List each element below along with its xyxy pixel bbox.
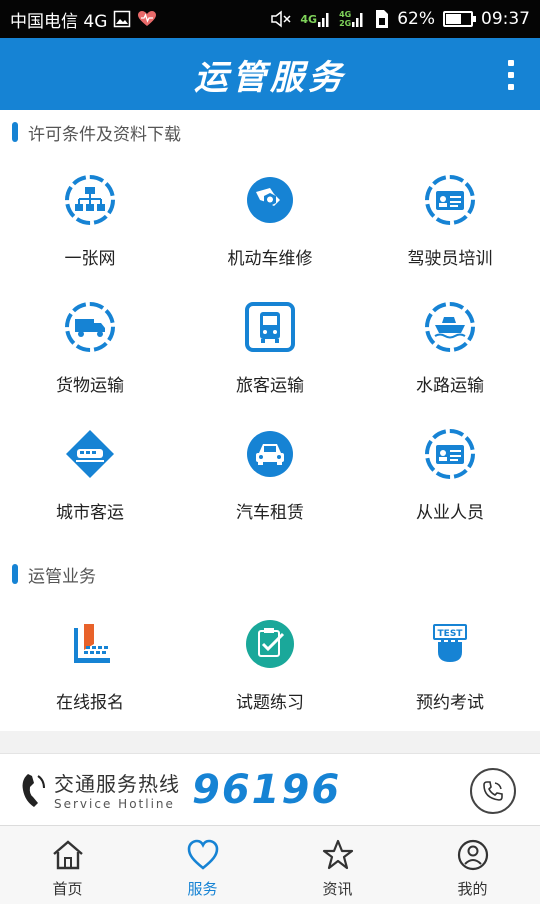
2g-signal-icon: 4G 2G [339,10,365,28]
grid-item-label: 一张网 [64,249,116,269]
carrier-label: 中国电信 4G [10,11,108,32]
nav-tab-label: 我的 [457,880,488,898]
section-title: 运管业务 [28,566,96,587]
id-card-icon [425,175,475,225]
sim-card-icon [373,9,389,29]
grid-item-vehicle-repair[interactable]: 机动车维修 [180,160,360,287]
grid-item-label: 机动车维修 [227,249,313,269]
clock: 09:37 [481,9,530,29]
battery-icon [443,11,476,27]
hotline-phone-icon [22,773,45,807]
hotline-number: 96196 [192,766,342,813]
call-button[interactable] [470,768,516,814]
test-booking-icon: TEST [433,624,467,662]
grid-item-practitioners[interactable]: 从业人员 [360,414,540,541]
bottom-navigation: 首页 服务 资讯 我的 [0,825,540,904]
app-bar: 运管服务 [0,38,540,110]
profile-icon [457,839,488,871]
grid-item-freight[interactable]: 货物运输 [0,287,180,414]
page-title: 运管服务 [194,57,346,98]
bus-icon [245,302,295,352]
battery-level-fill [446,14,461,24]
grid-item-exam-practice[interactable]: 试题练习 [180,604,360,731]
grid-item-online-register[interactable]: 在线报名 [0,604,180,731]
truck-icon [65,302,115,352]
car-icon [247,431,293,477]
staff-card-icon [425,429,475,479]
ship-icon [425,302,475,352]
nav-tab-service[interactable]: 服务 [135,826,270,904]
grid-item-label: 驾驶员培训 [407,249,493,269]
section-header-licensing: 许可条件及资料下载 [0,110,540,154]
battery-percent: 62% [397,9,435,29]
grid-item-label: 货物运输 [56,376,124,396]
grid-item-label: 在线报名 [56,693,124,713]
section-title: 许可条件及资料下载 [28,124,181,145]
grid-item-waterway[interactable]: 水路运输 [360,287,540,414]
section-accent-bar [12,122,18,142]
section-accent-bar [12,564,18,584]
wrench-icon [247,177,293,223]
grid-item-driver-training[interactable]: 驾驶员培训 [360,160,540,287]
nav-tab-profile[interactable]: 我的 [405,826,540,904]
grid-item-network[interactable]: 一张网 [0,160,180,287]
service-hotline-banner[interactable]: 交通服务热线 Service Hotline 96196 [0,753,540,825]
4g-signal-icon: 4G [300,10,331,28]
mute-icon [270,9,292,29]
grid-item-label: 汽车租赁 [236,503,304,523]
grid-item-passenger[interactable]: 旅客运输 [180,287,360,414]
heart-icon [187,839,218,870]
home-icon [52,840,83,870]
star-icon [322,839,353,870]
nav-tab-label: 首页 [52,880,83,898]
network-icon [65,175,115,225]
grid-item-label: 试题练习 [236,693,304,713]
grid-item-label: 水路运输 [416,376,484,396]
more-dots-icon [508,60,514,66]
business-grid: 在线报名 试题练习 TEST 预约考试 [0,604,540,731]
nav-tab-news[interactable]: 资讯 [270,826,405,904]
nav-tab-label: 服务 [187,880,218,898]
svg-text:TEST: TEST [438,629,464,639]
exam-practice-icon [246,620,294,668]
grid-item-label: 预约考试 [416,693,484,713]
nav-tab-home[interactable]: 首页 [0,826,135,904]
train-icon [66,430,114,478]
more-menu-button[interactable] [506,60,516,90]
online-register-icon [74,624,110,663]
grid-item-label: 旅客运输 [236,376,304,396]
section-gap [0,731,540,753]
image-notification-icon [113,10,131,28]
hotline-title: 交通服务热线 [54,772,180,796]
grid-item-car-rental[interactable]: 汽车租赁 [180,414,360,541]
grid-item-label: 从业人员 [416,503,484,523]
hotline-subtitle: Service Hotline [54,797,175,811]
grid-item-test-booking[interactable]: TEST 预约考试 [360,604,540,731]
grid-item-label: 城市客运 [56,503,124,523]
status-bar: 中国电信 4G 4G 4G 2G 62% 09:37 [0,0,540,38]
health-heart-icon [137,10,157,28]
licensing-grid: 一张网 机动车维修 驾驶员培训 货物运输 旅客运输 水路运输 城市客运 汽车租赁… [0,160,540,541]
grid-item-urban-transit[interactable]: 城市客运 [0,414,180,541]
nav-tab-label: 资讯 [322,880,353,898]
phone-icon [483,781,503,801]
section-header-business: 运管业务 [0,552,540,596]
